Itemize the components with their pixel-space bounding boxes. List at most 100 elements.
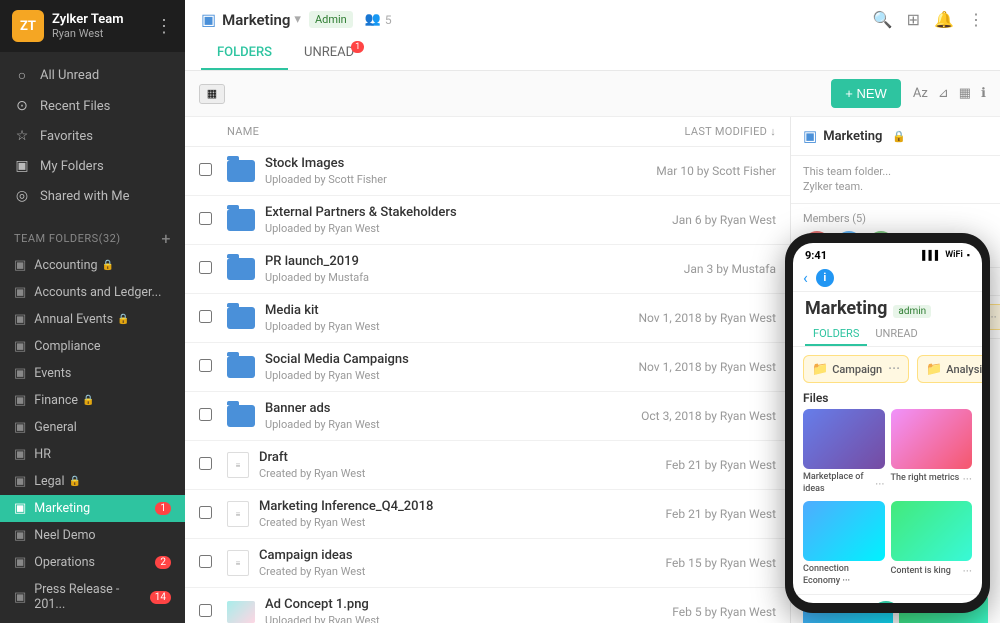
- admin-tag: Admin: [309, 11, 353, 28]
- file-info: Social Media Campaigns Uploaded by Ryan …: [265, 352, 576, 382]
- table-row[interactable]: Ad Concept 1.png Uploaded by Ryan West F…: [185, 588, 790, 623]
- view-toggle-icon[interactable]: ▦: [959, 86, 971, 101]
- filter-icon[interactable]: ⊿: [938, 86, 949, 101]
- sidebar-item-marketing[interactable]: ▣ Marketing 1: [0, 495, 185, 522]
- info-icon[interactable]: ℹ: [981, 86, 986, 101]
- table-row[interactable]: Social Media Campaigns Uploaded by Ryan …: [185, 343, 790, 392]
- tab-folders[interactable]: FOLDERS: [201, 37, 288, 70]
- table-row[interactable]: Banner ads Uploaded by Ryan West Oct 3, …: [185, 392, 790, 441]
- chip-dots-icon[interactable]: ···: [888, 361, 900, 377]
- sidebar-item-events[interactable]: ▣ Events: [0, 360, 185, 387]
- sidebar-item-finance[interactable]: ▣ Finance 🔒: [0, 387, 185, 414]
- phone-tab-unread[interactable]: UNREAD: [867, 323, 925, 346]
- phone-file-card[interactable]: Content is king ···: [891, 501, 973, 587]
- row-checkbox[interactable]: [199, 310, 212, 323]
- phone-file-dots[interactable]: ···: [963, 564, 972, 578]
- phone-file-dots[interactable]: ···: [963, 472, 972, 486]
- table-row[interactable]: ≡ Campaign ideas Created by Ryan West Fe…: [185, 539, 790, 588]
- sidebar-item-hr[interactable]: ▣ HR: [0, 441, 185, 468]
- sidebar-item-accounting[interactable]: ▣ Accounting 🔒: [0, 252, 185, 279]
- bell-icon[interactable]: 🔔: [934, 10, 954, 29]
- sidebar-item-qa[interactable]: ▣ QA 🔒: [0, 618, 185, 623]
- all-unread-icon: ○: [14, 67, 30, 84]
- folder-thumb: [227, 209, 255, 231]
- sidebar-item-operations[interactable]: ▣ Operations 2: [0, 549, 185, 576]
- my-folders-icon: ▣: [14, 158, 30, 174]
- nav-favorites[interactable]: ☆ Favorites: [0, 121, 185, 151]
- new-button[interactable]: + NEW: [831, 79, 901, 108]
- main-tabs: FOLDERS UNREAD 1: [201, 37, 984, 70]
- phone-folder-chip-campaign[interactable]: 📁 Campaign ···: [803, 355, 909, 383]
- phone-file-dots[interactable]: ···: [875, 477, 884, 491]
- folder-icon: ▣: [14, 366, 26, 381]
- chevron-down-icon[interactable]: ▾: [294, 12, 301, 27]
- sidebar-item-legal[interactable]: ▣ Legal 🔒: [0, 468, 185, 495]
- sidebar-item-general[interactable]: ▣ General: [0, 414, 185, 441]
- nav-recent-files[interactable]: ⊙ Recent Files: [0, 91, 185, 121]
- row-checkbox[interactable]: [199, 457, 212, 470]
- sidebar-item-label: Press Release - 201...: [34, 582, 149, 612]
- file-info: Ad Concept 1.png Uploaded by Ryan West: [265, 597, 576, 623]
- folder-thumb: [227, 307, 255, 329]
- doc-thumb: ≡: [227, 452, 249, 478]
- sidebar-item-press-release[interactable]: ▣ Press Release - 201... 14: [0, 576, 185, 618]
- file-name: Stock Images: [265, 156, 576, 171]
- folder-icon: ▣: [14, 285, 26, 300]
- phone-header: Marketing admin: [793, 292, 982, 323]
- table-row[interactable]: Stock Images Uploaded by Scott Fisher Ma…: [185, 147, 790, 196]
- table-header: NAME LAST MODIFIED ↓: [185, 117, 790, 147]
- table-row[interactable]: External Partners & Stakeholders Uploade…: [185, 196, 790, 245]
- sidebar-item-label: Marketing: [34, 501, 90, 516]
- search-icon[interactable]: 🔍: [873, 10, 893, 29]
- more-icon[interactable]: ⋮: [968, 10, 984, 29]
- phone-file-card[interactable]: Marketplace of ideas ···: [803, 409, 885, 495]
- phone-nav-bar: ‹ i: [793, 264, 982, 292]
- row-checkbox[interactable]: [199, 555, 212, 568]
- file-modified: Feb 5 by Ryan West: [576, 605, 776, 619]
- phone-folder-chip-analysis[interactable]: 📁 Analysis ···: [917, 355, 982, 383]
- team-name: Zylker Team: [52, 12, 124, 27]
- phone-file-card[interactable]: Connection Economy ···: [803, 501, 885, 587]
- row-checkbox[interactable]: [199, 163, 212, 176]
- row-checkbox[interactable]: [199, 359, 212, 372]
- phone-file-card[interactable]: The right metrics ···: [891, 409, 973, 495]
- tab-unread[interactable]: UNREAD 1: [288, 37, 370, 70]
- sidebar-item-annual[interactable]: ▣ Annual Events 🔒: [0, 306, 185, 333]
- wifi-icon: WiFi: [945, 250, 963, 261]
- nav-shared[interactable]: ◎ Shared with Me: [0, 181, 185, 211]
- phone-add-button[interactable]: +: [871, 601, 901, 603]
- sidebar-item-label: Finance: [34, 393, 78, 408]
- phone-tab-folders[interactable]: FOLDERS: [805, 323, 867, 346]
- sidebar-more-icon[interactable]: ⋮: [155, 16, 173, 37]
- row-checkbox[interactable]: [199, 212, 212, 225]
- table-row[interactable]: ≡ Draft Created by Ryan West Feb 21 by R…: [185, 441, 790, 490]
- add-team-folder-button[interactable]: +: [161, 229, 171, 248]
- phone-back-button[interactable]: ‹: [803, 268, 808, 287]
- rp-description: This team folder...Zylker team.: [791, 156, 1000, 204]
- nav-shared-label: Shared with Me: [40, 189, 130, 204]
- phone-info-button[interactable]: i: [816, 269, 834, 287]
- table-row[interactable]: PR launch_2019 Uploaded by Mustafa Jan 3…: [185, 245, 790, 294]
- row-checkbox[interactable]: [199, 506, 212, 519]
- grid-apps-icon[interactable]: ⊞: [907, 10, 920, 29]
- grid-view-icon[interactable]: ▦: [199, 84, 225, 104]
- row-checkbox[interactable]: [199, 408, 212, 421]
- phone-chip-label: Analysis: [946, 363, 982, 376]
- table-row[interactable]: Media kit Uploaded by Ryan West Nov 1, 2…: [185, 294, 790, 343]
- sidebar-item-accounts[interactable]: ▣ Accounts and Ledger...: [0, 279, 185, 306]
- sidebar-item-neel-demo[interactable]: ▣ Neel Demo: [0, 522, 185, 549]
- sidebar-item-label: Accounting: [34, 258, 97, 273]
- team-folders-list: ▣ Accounting 🔒 ▣ Accounts and Ledger... …: [0, 252, 185, 623]
- table-row[interactable]: ≡ Marketing Inference_Q4_2018 Created by…: [185, 490, 790, 539]
- nav-all-unread[interactable]: ○ All Unread: [0, 60, 185, 91]
- nav-all-unread-label: All Unread: [40, 68, 99, 83]
- members-icon: 👥: [365, 12, 381, 27]
- row-checkbox[interactable]: [199, 604, 212, 617]
- sort-icon[interactable]: Az: [913, 86, 928, 101]
- row-checkbox[interactable]: [199, 261, 212, 274]
- nav-my-folders[interactable]: ▣ My Folders: [0, 151, 185, 181]
- sidebar-item-label: Neel Demo: [34, 528, 95, 543]
- file-name: Ad Concept 1.png: [265, 597, 576, 612]
- phone-folder-title: Marketing: [805, 298, 887, 319]
- sidebar-item-compliance[interactable]: ▣ Compliance: [0, 333, 185, 360]
